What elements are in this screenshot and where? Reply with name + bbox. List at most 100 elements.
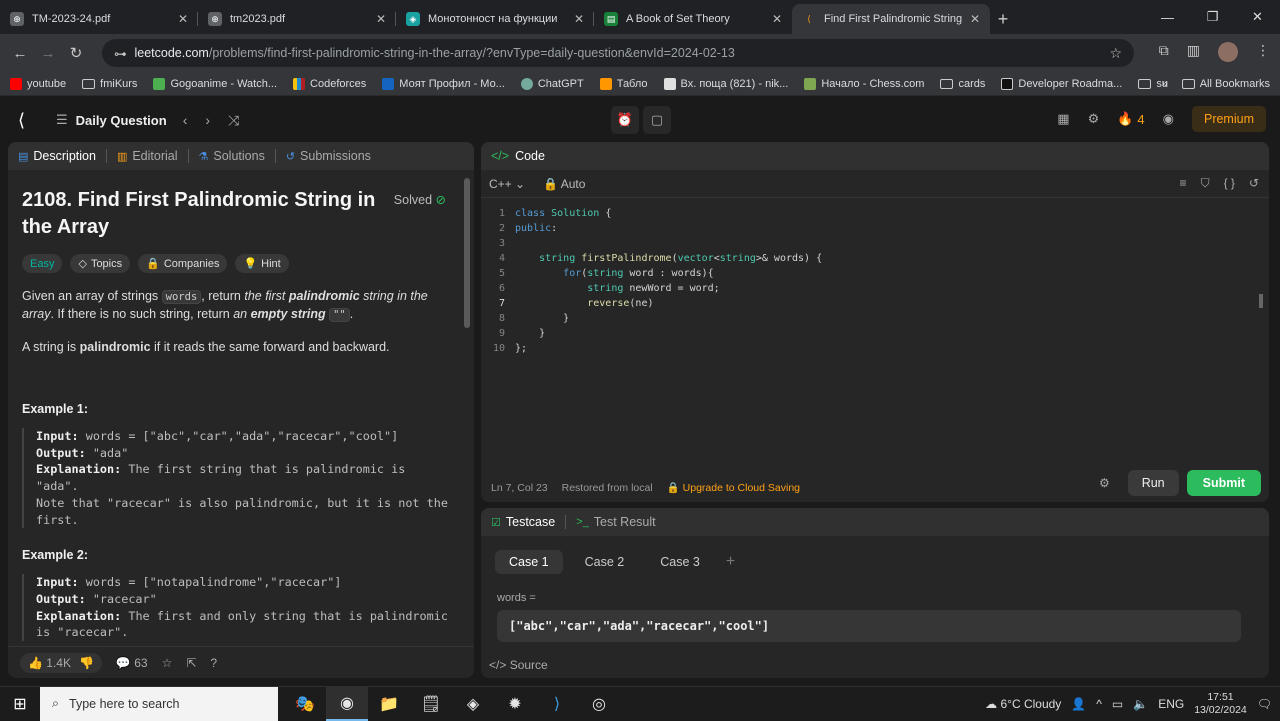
windows-start-icon[interactable]: ⊞ xyxy=(0,694,40,714)
vpn-icon[interactable]: ◈ xyxy=(452,687,494,721)
minimize-icon[interactable]: — xyxy=(1145,0,1190,34)
daily-question-button[interactable]: ☰ Daily Question xyxy=(56,112,167,128)
layout-icon[interactable]: ▦ xyxy=(1057,111,1069,127)
braces-icon[interactable]: { } xyxy=(1224,176,1235,191)
close-icon[interactable]: ✕ xyxy=(574,12,584,26)
share-icon[interactable]: ⇱ xyxy=(186,656,196,670)
close-icon[interactable]: ✕ xyxy=(772,12,782,26)
code-editor[interactable]: 1 class Solution { 2 public: 3 4 string fi… xyxy=(481,198,1269,356)
bookmark-profile[interactable]: Моят Профил - Мо... xyxy=(382,77,505,90)
taskbar-search[interactable]: ⌕ Type here to search xyxy=(40,686,278,721)
upgrade-cloud-link[interactable]: 🔒 Upgrade to Cloud Saving xyxy=(667,481,800,494)
debug-icon[interactable]: ⚙ xyxy=(1099,476,1110,490)
favorite-star-icon[interactable]: ☆ xyxy=(162,656,173,670)
next-question-icon[interactable]: › xyxy=(205,112,210,129)
all-bookmarks[interactable]: All Bookmarks xyxy=(1181,78,1270,90)
tab-description[interactable]: ▤ Description xyxy=(18,149,96,163)
bookmark-cards[interactable]: cards xyxy=(940,78,985,90)
format-icon[interactable]: ≡ xyxy=(1180,176,1187,191)
run-button[interactable]: Run xyxy=(1127,470,1179,496)
premium-button[interactable]: Premium xyxy=(1191,106,1266,132)
profile-avatar[interactable] xyxy=(1218,42,1238,62)
bookmark-chess[interactable]: Начало - Chess.com xyxy=(804,77,924,90)
bookmark-codeforces[interactable]: Codeforces xyxy=(293,77,366,90)
browser-tab[interactable]: ▤ A Book of Set Theory ✕ xyxy=(594,4,792,34)
like-dislike[interactable]: 👍 1.4K 👎 xyxy=(20,652,102,673)
thumbs-down-icon[interactable]: 👎 xyxy=(79,656,94,670)
obs-icon[interactable]: ◎ xyxy=(578,687,620,721)
source-button[interactable]: </> Source xyxy=(489,658,548,672)
close-window-icon[interactable]: ✕ xyxy=(1235,0,1280,34)
shuffle-icon[interactable]: ⤨ xyxy=(228,112,239,129)
tab-solutions[interactable]: ⚗ Solutions xyxy=(199,149,265,163)
bookmark-star-icon[interactable]: ☆ xyxy=(1109,45,1122,62)
tab-test-result[interactable]: >_ Test Result xyxy=(576,515,655,529)
case-2-tab[interactable]: Case 2 xyxy=(571,550,639,574)
bookmark-gogoanime[interactable]: Gogoanime - Watch... xyxy=(153,77,277,90)
close-icon[interactable]: ✕ xyxy=(178,12,188,26)
description-scrollbar[interactable] xyxy=(464,178,470,328)
topics-tag[interactable]: ◇ Topics xyxy=(70,254,131,273)
tab-editorial[interactable]: ▥ Editorial xyxy=(117,149,178,163)
bookmark-tablo[interactable]: Табло xyxy=(599,77,648,90)
carnival-mask-icon[interactable]: 🎭 xyxy=(284,687,326,721)
submit-button[interactable]: Submit xyxy=(1186,470,1261,496)
thumbs-up-icon[interactable]: 👍 1.4K xyxy=(28,656,71,670)
extensions-icon[interactable]: ⧉ xyxy=(1159,42,1169,62)
browser-tab-active[interactable]: ⟨ Find First Palindromic String in ✕ xyxy=(792,4,990,34)
bookmark-fmikurs[interactable]: fmiKurs xyxy=(82,78,137,90)
bookmark-chatgpt[interactable]: ChatGPT xyxy=(520,77,584,90)
prev-question-icon[interactable]: ‹ xyxy=(183,112,188,129)
settings-icon[interactable]: ⚙ xyxy=(1088,111,1100,127)
bookmark-icon[interactable]: ⛉ xyxy=(1201,176,1210,191)
help-icon[interactable]: ? xyxy=(210,656,217,670)
forward-icon[interactable]: → xyxy=(34,45,62,62)
new-tab-icon[interactable]: + xyxy=(990,4,1016,34)
maximize-icon[interactable]: ❐ xyxy=(1190,0,1235,34)
reload-icon[interactable]: ↻ xyxy=(62,44,90,62)
user-avatar[interactable]: ◉ xyxy=(1163,111,1174,127)
vscode-icon[interactable]: ⟩ xyxy=(536,687,578,721)
timer-icon[interactable]: ⏰ xyxy=(611,106,639,134)
site-info-icon[interactable]: ⊶ xyxy=(114,46,127,61)
tray-overflow-icon[interactable]: ^ xyxy=(1096,697,1102,711)
menu-icon[interactable]: ⋮ xyxy=(1256,42,1270,62)
hint-tag[interactable]: 💡 Hint xyxy=(235,254,289,273)
browser-tab[interactable]: ◈ Монотонност на функции ✕ xyxy=(396,4,594,34)
weather-widget[interactable]: ☁ 6°C Cloudy xyxy=(985,697,1061,711)
case-3-tab[interactable]: Case 3 xyxy=(646,550,714,574)
difficulty-badge[interactable]: Easy xyxy=(22,254,63,273)
clock[interactable]: 17:51 13/02/2024 xyxy=(1194,691,1247,717)
notes-app-icon[interactable]: 🗒 xyxy=(410,687,452,721)
reset-icon[interactable]: ↺ xyxy=(1249,176,1259,191)
language-indicator[interactable]: ENG xyxy=(1158,697,1184,711)
side-panel-icon[interactable]: ▥ xyxy=(1187,42,1200,62)
bookmark-roadmap[interactable]: Developer Roadma... xyxy=(1001,77,1122,90)
comments-button[interactable]: 💬 63 xyxy=(116,656,148,670)
game-icon[interactable]: ✹ xyxy=(494,687,536,721)
browser-tab[interactable]: ⊕ tm2023.pdf ✕ xyxy=(198,4,396,34)
close-icon[interactable]: ✕ xyxy=(376,12,386,26)
network-icon[interactable]: ▭ xyxy=(1112,697,1123,711)
browser-tab[interactable]: ⊕ TM-2023-24.pdf ✕ xyxy=(0,4,198,34)
notes-icon[interactable]: ▢ xyxy=(643,106,671,134)
people-icon[interactable]: 👤 xyxy=(1071,697,1086,711)
tab-testcase[interactable]: ☑ Testcase xyxy=(491,515,555,529)
file-explorer-icon[interactable]: 📁 xyxy=(368,687,410,721)
tab-submissions[interactable]: ↺ Submissions xyxy=(286,149,371,163)
editor-scrollbar[interactable] xyxy=(1259,294,1263,308)
close-icon[interactable]: ✕ xyxy=(970,12,980,26)
case-1-tab[interactable]: Case 1 xyxy=(495,550,563,574)
testcase-input[interactable]: ["abc","car","ada","racecar","cool"] xyxy=(497,610,1241,642)
companies-tag[interactable]: 🔒 Companies xyxy=(138,254,228,273)
more-bookmarks-icon[interactable]: » xyxy=(1162,78,1168,90)
notifications-icon[interactable]: 🗨 xyxy=(1257,697,1272,711)
bookmark-mail[interactable]: Вх. поща (821) - nik... xyxy=(663,77,788,90)
bookmark-youtube[interactable]: youtube xyxy=(10,77,66,90)
language-select[interactable]: C++ ⌄ xyxy=(489,177,525,191)
leetcode-logo-icon[interactable]: ⟨ xyxy=(18,110,38,130)
back-icon[interactable]: ← xyxy=(6,45,34,62)
add-case-icon[interactable]: + xyxy=(726,553,735,571)
chrome-icon[interactable]: ◉ xyxy=(326,686,368,721)
url-input[interactable]: ⊶ leetcode.com/problems/find-first-palin… xyxy=(102,39,1134,67)
